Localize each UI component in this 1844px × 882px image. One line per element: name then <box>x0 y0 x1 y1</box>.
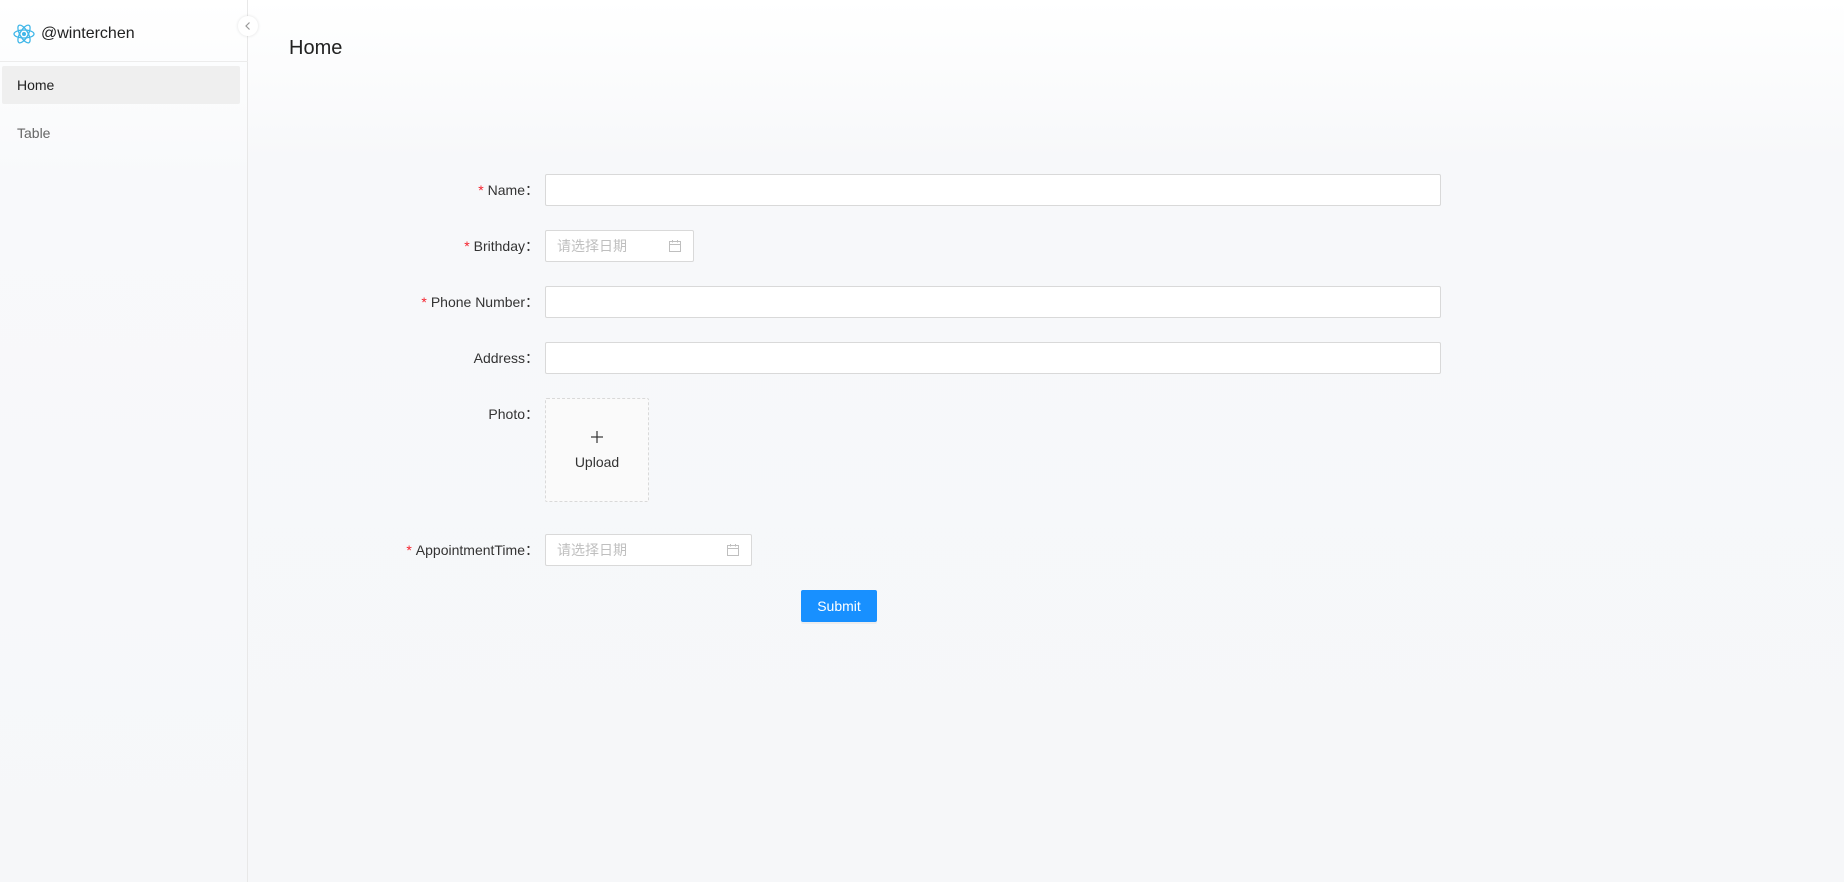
upload-label: Upload <box>574 454 620 470</box>
calendar-icon <box>727 544 739 556</box>
react-atom-icon <box>13 24 35 44</box>
sidebar-item-label: Home <box>17 77 55 93</box>
appointment-label: * AppointmentTime： <box>406 542 539 558</box>
birthday-placeholder: 请选择日期 <box>557 239 627 255</box>
sidebar: @winterchen Home Table <box>0 0 248 882</box>
birthday-date-picker[interactable]: 请选择日期 <box>545 230 694 262</box>
photo-label: Photo： <box>488 406 539 422</box>
sidebar-item-home[interactable]: Home <box>2 66 240 104</box>
brand-name: @winterchen <box>41 25 135 42</box>
photo-upload-button[interactable]: Upload <box>545 398 649 502</box>
required-mark: * <box>406 542 412 558</box>
page-title: Home <box>289 37 343 59</box>
name-label: * Name： <box>478 182 539 198</box>
submit-button[interactable]: Submit <box>801 590 877 622</box>
sidebar-item-table[interactable]: Table <box>2 114 240 152</box>
sidebar-item-label: Table <box>17 125 51 141</box>
name-input[interactable] <box>545 174 1441 206</box>
required-mark: * <box>464 238 470 254</box>
sidebar-collapse-button[interactable] <box>238 16 258 36</box>
phone-label: * Phone Number： <box>421 294 539 310</box>
chevron-left-icon <box>245 22 250 30</box>
required-mark: * <box>421 294 427 310</box>
calendar-icon <box>669 240 681 252</box>
birthday-label: * Brithday： <box>464 238 539 254</box>
plus-icon <box>591 431 603 443</box>
address-input[interactable] <box>545 342 1441 374</box>
phone-input[interactable] <box>545 286 1441 318</box>
appointment-placeholder: 请选择日期 <box>557 543 627 559</box>
address-label: Address： <box>473 350 539 366</box>
brand-header: @winterchen <box>0 0 248 62</box>
appointment-date-picker[interactable]: 请选择日期 <box>545 534 752 566</box>
required-mark: * <box>478 182 484 198</box>
